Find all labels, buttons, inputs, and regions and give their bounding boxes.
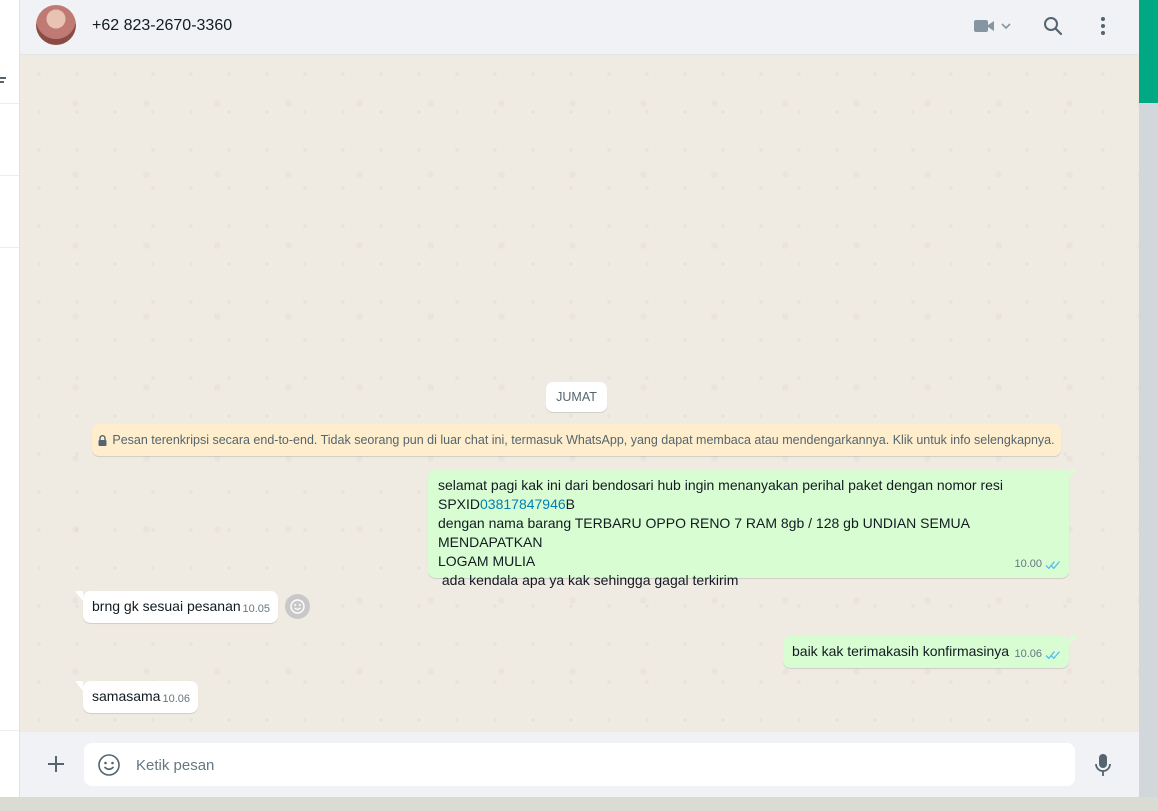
- tracking-number-link[interactable]: 03817847946: [480, 496, 566, 512]
- microphone-icon: [1095, 754, 1111, 776]
- divider: [0, 730, 19, 731]
- accent-bar: [1139, 0, 1158, 103]
- video-call-icon: [974, 20, 1011, 32]
- search-icon: [1044, 17, 1063, 36]
- smiley-icon: [290, 599, 305, 614]
- resi-suffix: B: [565, 496, 576, 512]
- message-meta: 10.05: [242, 600, 270, 619]
- chat-area[interactable]: JUMAT Pesan terenkripsi secara end-to-en…: [20, 55, 1139, 732]
- message-line: selamat pagi kak ini dari bendosari hub …: [438, 477, 1004, 493]
- chat-list-edge: [0, 0, 20, 797]
- message-text: selamat pagi kak ini dari bendosari hub …: [438, 476, 1068, 590]
- voice-message-button[interactable]: [1090, 751, 1116, 779]
- filter-icon[interactable]: [0, 77, 6, 79]
- video-call-button[interactable]: [972, 13, 1016, 39]
- message-time: 10.06: [1014, 648, 1042, 660]
- bubble-tail: [75, 591, 83, 601]
- bubble-tail: [75, 681, 83, 691]
- composer-bar: [20, 732, 1139, 797]
- message-line: ada kendala apa ya kak sehingga gagal te…: [438, 572, 739, 588]
- menu-dots-icon: [1101, 17, 1105, 35]
- message-input-container: [84, 743, 1075, 788]
- message-bubble-incoming[interactable]: brng gk sesuai pesanan 10.05: [75, 591, 278, 623]
- chat-header: +62 823-2670-3360: [20, 0, 1139, 55]
- divider: [0, 103, 19, 104]
- date-separator: JUMAT: [546, 382, 607, 412]
- menu-button[interactable]: [1090, 13, 1116, 39]
- message-meta: 10.06: [162, 690, 190, 709]
- message-bubble-outgoing[interactable]: baik kak terimakasih konfirmasinya 10.06: [783, 636, 1077, 668]
- avatar[interactable]: [36, 5, 76, 45]
- contact-name[interactable]: +62 823-2670-3360: [92, 17, 232, 35]
- resi-prefix: SPXID: [438, 496, 481, 512]
- encryption-notice[interactable]: Pesan terenkripsi secara end-to-end. Tid…: [92, 424, 1061, 456]
- divider: [0, 247, 19, 248]
- message-input[interactable]: [134, 743, 1058, 788]
- message-bubble-incoming[interactable]: samasama 10.06: [75, 681, 198, 713]
- message-bubble-outgoing[interactable]: selamat pagi kak ini dari bendosari hub …: [428, 469, 1077, 588]
- search-button[interactable]: [1040, 13, 1066, 39]
- filter-icon-line: [0, 81, 4, 83]
- message-meta: 10.00: [1014, 555, 1061, 574]
- bubble-tail: [1069, 469, 1077, 479]
- chevron-down-icon: [1001, 23, 1011, 30]
- message-meta: 10.06: [1014, 645, 1061, 664]
- window-bottom-edge: [0, 797, 1158, 811]
- lock-icon: [98, 434, 107, 446]
- emoji-button[interactable]: [96, 752, 122, 778]
- window-edge: [1139, 103, 1158, 797]
- message-time: 10.06: [162, 693, 190, 705]
- message-line: dengan nama barang TERBARU OPPO RENO 7 R…: [438, 515, 970, 550]
- message-text: baik kak terimakasih konfirmasinya: [792, 643, 1010, 659]
- message-time: 10.00: [1014, 558, 1042, 570]
- message-text: samasama: [92, 688, 161, 704]
- bubble-tail: [1069, 636, 1077, 646]
- smiley-icon: [98, 754, 120, 776]
- message-time: 10.05: [242, 603, 270, 615]
- react-button[interactable]: [285, 594, 310, 619]
- attach-button[interactable]: [42, 750, 70, 778]
- plus-icon: [48, 756, 64, 772]
- message-line: LOGAM MULIA: [438, 553, 536, 569]
- read-receipt-icon: [1045, 650, 1060, 659]
- encryption-notice-text: Pesan terenkripsi secara end-to-end. Tid…: [112, 433, 1055, 447]
- divider: [0, 175, 19, 176]
- message-text: brng gk sesuai pesanan: [92, 598, 241, 614]
- message-line: SPXID03817847946B: [438, 495, 1068, 514]
- read-receipt-icon: [1045, 560, 1060, 569]
